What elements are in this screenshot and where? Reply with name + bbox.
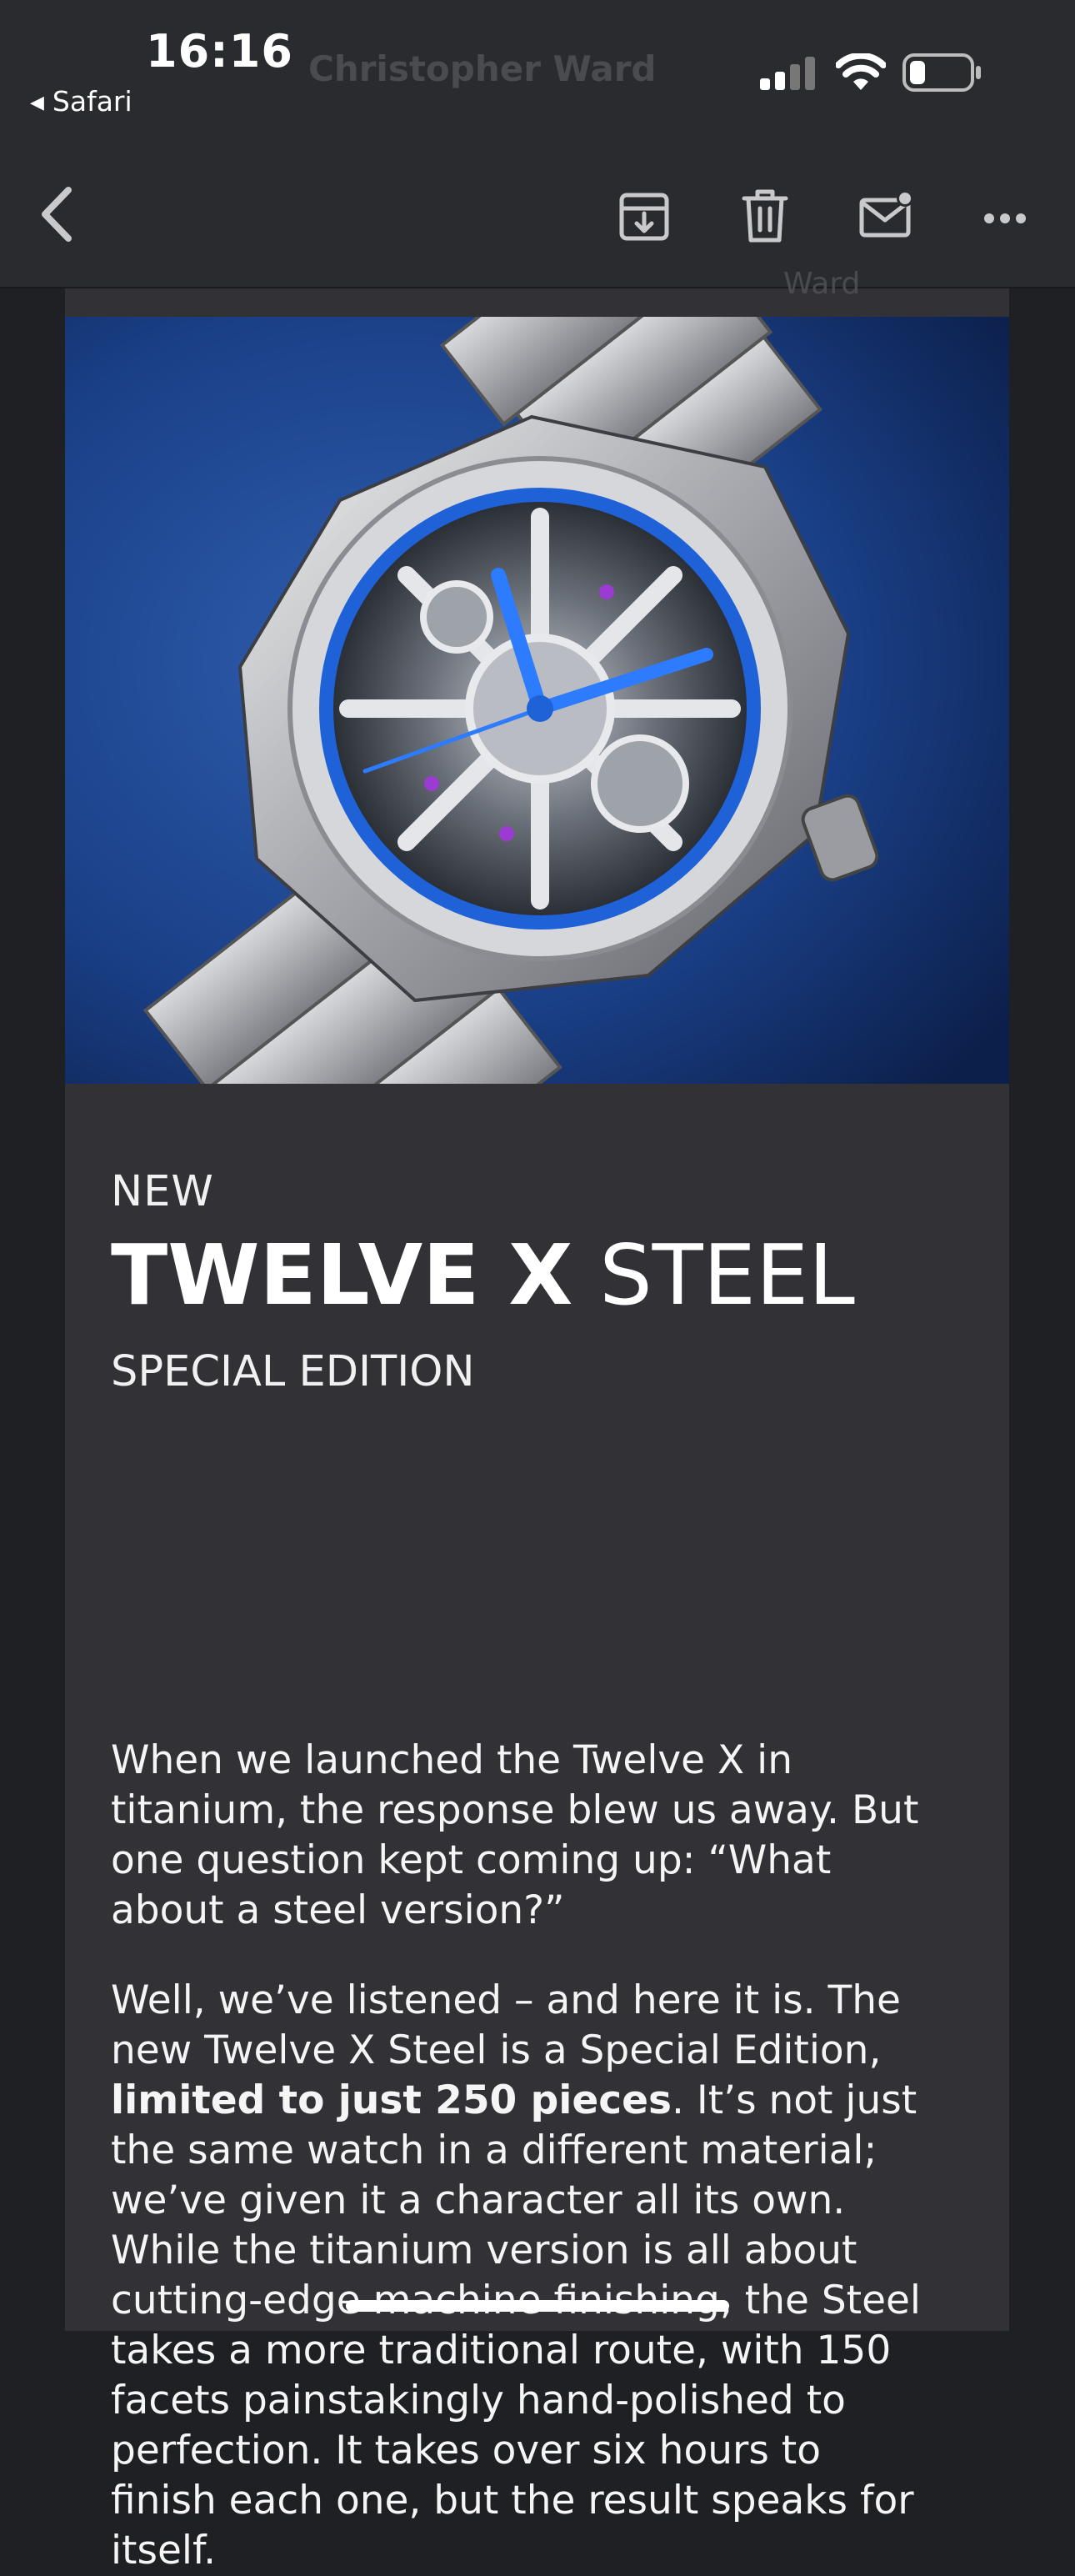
paragraph-details: Well, we’ve listened – and here it is. T… — [111, 1976, 952, 2576]
more-icon — [984, 213, 1026, 223]
home-indicator[interactable] — [346, 2300, 729, 2312]
text-line: When we launched the Twelve X in — [111, 1737, 793, 1783]
faded-sender-name: Christopher Ward — [308, 48, 657, 89]
text-line: titanium, the response blew us away. But — [111, 1787, 919, 1833]
email-view: NEW TWELVE X STEEL SPECIAL EDITION When … — [0, 0, 1075, 2573]
battery-icon — [902, 53, 981, 92]
trash-icon — [742, 189, 788, 243]
text-fragment: . It’s not just — [671, 2077, 918, 2123]
faded-ward-text: Ward — [783, 267, 861, 301]
back-to-app-link[interactable]: ◀ Safari — [30, 85, 132, 118]
status-time: 16:16 — [146, 25, 293, 78]
mark-unread-button[interactable] — [858, 188, 917, 240]
text-line: limited to just 250 pieces. It’s not jus… — [111, 2076, 952, 2126]
chevron-left-icon — [42, 187, 72, 242]
watch-photo — [65, 317, 1009, 1084]
wifi-icon — [836, 53, 886, 90]
email-headline: TWELVE X STEEL — [111, 1225, 855, 1326]
text-line: we’ve given it a character all its own. — [111, 2178, 846, 2223]
text-line: the same watch in a different material; — [111, 2127, 878, 2173]
text-line: facets painstakingly hand-polished to — [111, 2378, 846, 2423]
hero-watch-image[interactable] — [65, 317, 1009, 1084]
back-button[interactable] — [37, 185, 77, 243]
back-triangle-icon: ◀ — [30, 93, 44, 113]
text-line: new Twelve X Steel is a Special Edition, — [111, 2027, 882, 2073]
mail-unread-icon — [859, 190, 913, 238]
email-body-card: NEW TWELVE X STEEL SPECIAL EDITION When … — [65, 275, 1009, 2573]
back-app-label: Safari — [52, 85, 132, 118]
limited-highlight: limited to just 250 pieces — [111, 2077, 672, 2123]
text-line: Well, we’ve listened – and here it is. T… — [111, 1977, 901, 2023]
text-line: about a steel version?” — [111, 1887, 565, 1933]
text-line: takes a more traditional route, with 150 — [111, 2328, 892, 2373]
paragraph-intro: When we launched the Twelve X in titaniu… — [111, 1736, 952, 1936]
text-line: one question kept coming up: “What — [111, 1837, 832, 1883]
headline-bold: TWELVE X — [111, 1226, 573, 1324]
text-line: While the titanium version is all about — [111, 2228, 858, 2273]
archive-icon — [619, 193, 669, 241]
text-line: itself. — [111, 2528, 217, 2573]
cellular-signal-icon — [760, 57, 815, 90]
text-line: finish each one, but the result speaks f… — [111, 2478, 914, 2523]
archive-button[interactable] — [618, 190, 670, 242]
trash-button[interactable] — [742, 188, 788, 243]
subtitle: SPECIAL EDITION — [111, 1347, 475, 1396]
mail-header: Christopher Ward Ward 16:16 ◀ Safari — [0, 0, 1075, 301]
headline-light: STEEL — [572, 1226, 855, 1324]
text-line: perfection. It takes over six hours to — [111, 2428, 821, 2473]
eyebrow-label: NEW — [111, 1167, 214, 1216]
more-button[interactable] — [983, 212, 1027, 225]
